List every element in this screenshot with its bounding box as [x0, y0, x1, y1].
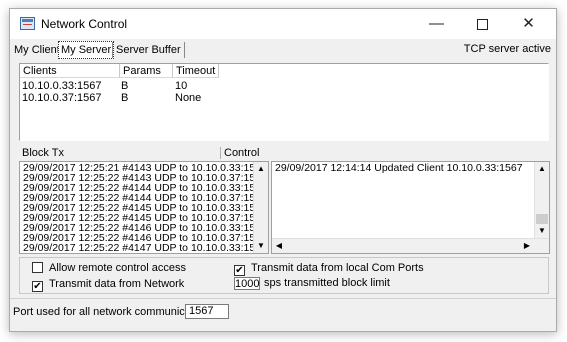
block-tx-scrollbar[interactable]: ▲ ▼: [253, 162, 268, 253]
server-status-text: TCP server active: [463, 43, 551, 55]
log-line: 29/09/2017 12:14:14 Updated Client 10.10…: [275, 162, 523, 174]
transmit-network-checkbox[interactable]: ✔ Transmit data from Network: [32, 278, 184, 292]
client-params: B: [121, 80, 129, 92]
checkbox-unchecked[interactable]: [32, 262, 43, 273]
window-title: Network Control: [41, 17, 128, 31]
scroll-down-arrow-icon[interactable]: ▼: [254, 239, 268, 253]
scroll-up-arrow-icon[interactable]: ▲: [535, 162, 549, 176]
client-address: 10.10.0.37:1567: [22, 92, 102, 104]
allow-remote-label: Allow remote control access: [49, 262, 186, 274]
client-address: 10.10.0.33:1567: [22, 80, 102, 92]
control-log[interactable]: 29/09/2017 12:14:14 Updated Client 10.10…: [271, 161, 550, 254]
block-tx-log[interactable]: 29/09/2017 12:25:21 #4143 UDP to 10.10.0…: [19, 161, 269, 254]
table-row[interactable]: 10.10.0.33:1567 B 10: [20, 80, 548, 92]
port-input[interactable]: 1567: [185, 304, 229, 319]
allow-remote-control-checkbox[interactable]: Allow remote control access: [32, 262, 186, 275]
table-row[interactable]: 10.10.0.37:1567 B None: [20, 92, 548, 104]
column-header-clients[interactable]: Clients: [20, 64, 120, 78]
scroll-left-arrow-icon[interactable]: ◀: [272, 239, 286, 253]
minimize-button[interactable]: —: [414, 9, 459, 39]
tab-my-client[interactable]: My Client: [12, 42, 62, 58]
client-timeout: None: [175, 92, 202, 104]
scroll-right-arrow-icon[interactable]: ▶: [520, 239, 534, 253]
maximize-icon: [477, 18, 488, 30]
sps-limit-input[interactable]: 1000: [234, 277, 260, 290]
close-button[interactable]: ✕: [506, 9, 551, 39]
check-icon[interactable]: ✔: [32, 281, 43, 292]
scrollbar-thumb[interactable]: [536, 214, 548, 224]
options-group: Allow remote control access ✔ Transmit da…: [19, 257, 549, 294]
clients-list[interactable]: Clients Params Timeout 10.10.0.33:1567 B…: [19, 63, 549, 141]
scroll-up-arrow-icon[interactable]: ▲: [254, 162, 268, 176]
transmit-network-label: Transmit data from Network: [49, 278, 185, 290]
check-icon[interactable]: ✔: [234, 265, 245, 276]
transmit-com-label: Transmit data from local Com Ports: [251, 262, 424, 274]
client-timeout: 10: [175, 80, 188, 92]
control-horizontal-scrollbar[interactable]: ◀ ▶: [272, 238, 549, 253]
tab-bar: My Client My Server Server Buffer TCP se…: [10, 40, 556, 60]
column-header-timeout[interactable]: Timeout: [173, 64, 219, 78]
log-headers: Block Tx Control: [20, 147, 550, 161]
tab-my-server[interactable]: My Server: [58, 41, 115, 59]
transmit-com-ports-checkbox[interactable]: ✔ Transmit data from local Com Ports: [234, 262, 424, 276]
block-tx-header: Block Tx: [22, 147, 64, 159]
status-bar: Port used for all network communications…: [10, 298, 556, 332]
maximize-button[interactable]: [460, 9, 505, 39]
title-bar[interactable]: Network Control — ✕: [10, 9, 556, 39]
network-control-window: Network Control — ✕ My Client My Server …: [9, 8, 557, 332]
scroll-down-arrow-icon[interactable]: ▼: [535, 224, 549, 238]
control-vertical-scrollbar[interactable]: ▲ ▼: [534, 162, 549, 238]
sps-limit-row: 1000 sps transmitted block limit: [234, 277, 390, 290]
tab-server-buffer[interactable]: Server Buffer: [112, 42, 185, 58]
sps-limit-label: sps transmitted block limit: [264, 277, 390, 289]
network-app-icon: [20, 17, 35, 30]
column-header-params[interactable]: Params: [120, 64, 173, 78]
control-header[interactable]: Control: [220, 147, 259, 159]
log-line: 29/09/2017 12:25:22 #4147 UDP to 10.10.0…: [23, 242, 267, 254]
client-params: B: [121, 92, 129, 104]
clients-list-header: Clients Params Timeout: [20, 64, 548, 79]
